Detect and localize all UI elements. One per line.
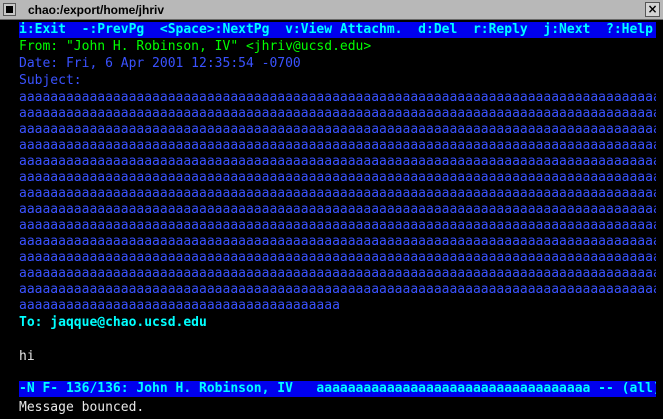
window-menu-icon[interactable] — [3, 3, 16, 16]
subject-line: aaaaaaaaaaaaaaaaaaaaaaaaaaaaaaaaaaaaaaaa… — [19, 186, 661, 201]
subject-line: aaaaaaaaaaaaaaaaaaaaaaaaaaaaaaaaaaaaaaaa… — [19, 298, 340, 313]
subject-label: Subject: — [19, 73, 82, 88]
subject-line: aaaaaaaaaaaaaaaaaaaaaaaaaaaaaaaaaaaaaaaa… — [19, 106, 661, 121]
subject-line: aaaaaaaaaaaaaaaaaaaaaaaaaaaaaaaaaaaaaaaa… — [19, 266, 661, 281]
terminal-window: chao:/export/home/jhriv × i:Exit -:PrevP… — [0, 0, 663, 419]
close-button[interactable]: × — [645, 2, 660, 17]
date-header: Date: Fri, 6 Apr 2001 12:35:54 -0700 — [19, 56, 301, 71]
subject-line: aaaaaaaaaaaaaaaaaaaaaaaaaaaaaaaaaaaaaaaa… — [19, 170, 661, 185]
subject-line: aaaaaaaaaaaaaaaaaaaaaaaaaaaaaaaaaaaaaaaa… — [19, 202, 661, 217]
window-title: chao:/export/home/jhriv — [28, 3, 165, 17]
to-header: To: jaqque@chao.ucsd.edu — [19, 315, 207, 330]
left-margin — [0, 21, 19, 419]
title-bar[interactable]: chao:/export/home/jhriv × — [0, 0, 663, 20]
subject-line: aaaaaaaaaaaaaaaaaaaaaaaaaaaaaaaaaaaaaaaa… — [19, 138, 661, 153]
subject-line: aaaaaaaaaaaaaaaaaaaaaaaaaaaaaaaaaaaaaaaa… — [19, 154, 661, 169]
subject-line: aaaaaaaaaaaaaaaaaaaaaaaaaaaaaaaaaaaaaaaa… — [19, 282, 661, 297]
subject-line: aaaaaaaaaaaaaaaaaaaaaaaaaaaaaaaaaaaaaaaa… — [19, 90, 661, 105]
from-header: From: "John H. Robinson, IV" <jhriv@ucsd… — [19, 39, 372, 54]
mail-pager[interactable]: i:Exit -:PrevPg <Space>:NextPg v:View At… — [19, 22, 663, 419]
subject-line: aaaaaaaaaaaaaaaaaaaaaaaaaaaaaaaaaaaaaaaa… — [19, 234, 661, 249]
scrollbar[interactable] — [656, 21, 663, 419]
subject-line: aaaaaaaaaaaaaaaaaaaaaaaaaaaaaaaaaaaaaaaa… — [19, 250, 661, 265]
help-bar: i:Exit -:PrevPg <Space>:NextPg v:View At… — [19, 22, 663, 38]
message-body: hi — [19, 349, 35, 364]
subject-line: aaaaaaaaaaaaaaaaaaaaaaaaaaaaaaaaaaaaaaaa… — [19, 122, 661, 137]
status-bar: -N F- 136/136: John H. Robinson, IV aaaa… — [19, 381, 663, 397]
message-line: Message bounced. — [19, 400, 145, 415]
subject-line: aaaaaaaaaaaaaaaaaaaaaaaaaaaaaaaaaaaaaaaa… — [19, 218, 661, 233]
